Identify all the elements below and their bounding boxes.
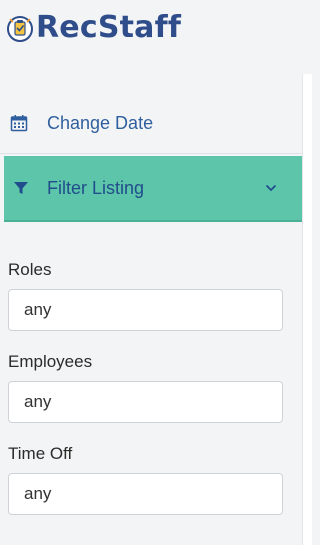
main-content-panel — [302, 74, 312, 545]
sidebar-item-label: Filter Listing — [47, 178, 145, 198]
app-logo[interactable]: RecStaff — [6, 8, 181, 48]
roles-select[interactable] — [8, 289, 283, 331]
chevron-down-icon[interactable] — [264, 181, 278, 195]
clipboard-check-icon — [7, 16, 33, 42]
calendar-icon — [10, 114, 28, 131]
employees-select[interactable] — [8, 381, 283, 423]
time-off-label: Time Off — [8, 444, 73, 463]
filter-icon — [14, 182, 28, 194]
sidebar-item-filter-listing[interactable]: Filter Listing — [4, 156, 302, 222]
app-page: RecStaff Change Date Filter Listing Role… — [0, 0, 312, 545]
app-name: RecStaff — [36, 10, 182, 45]
sidebar-item-label: Change Date — [47, 112, 154, 133]
time-off-select[interactable] — [8, 473, 283, 515]
roles-label: Roles — [8, 260, 52, 279]
employees-label: Employees — [8, 352, 93, 371]
sidebar-item-change-date[interactable]: Change Date — [0, 92, 302, 154]
